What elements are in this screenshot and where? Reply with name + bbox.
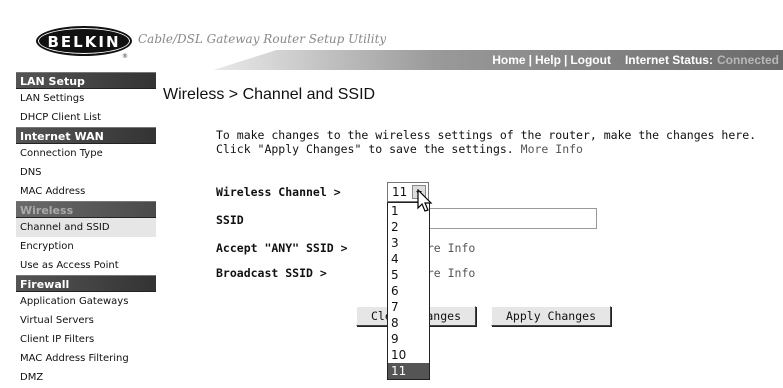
intro-body: To make changes to the wireless settings… [216, 128, 757, 156]
separator: | [528, 53, 532, 67]
channel-option-5[interactable]: 5 [388, 267, 429, 283]
main-content: Wireless > Channel and SSID To make chan… [163, 72, 783, 388]
help-link[interactable]: Help [535, 53, 561, 67]
channel-option-10[interactable]: 10 [388, 347, 429, 363]
sidebar-header-firewall[interactable]: Firewall [16, 275, 156, 292]
sidebar-item-application-gateways[interactable]: Application Gateways [16, 292, 156, 311]
logo-text: BELKIN [47, 33, 121, 51]
ssid-label: SSID [216, 213, 244, 227]
ssid-input[interactable] [427, 208, 597, 229]
sidebar-header-wireless[interactable]: Wireless [16, 201, 156, 218]
channel-option-6[interactable]: 6 [388, 283, 429, 299]
internet-status-value: Connected [716, 53, 779, 67]
header: BELKIN ® Cable/DSL Gateway Router Setup … [0, 0, 783, 72]
sidebar-item-virtual-servers[interactable]: Virtual Servers [16, 311, 156, 330]
channel-option-8[interactable]: 8 [388, 315, 429, 331]
sidebar-item-dhcp-client-list[interactable]: DHCP Client List [16, 108, 156, 127]
accept-any-ssid-label: Accept "ANY" SSID > [216, 241, 348, 255]
top-nav: Home | Help | Logout Internet Status: Co… [492, 51, 779, 69]
wireless-channel-label: Wireless Channel > [216, 185, 341, 199]
apply-changes-button[interactable]: Apply Changes [491, 306, 612, 326]
belkin-logo: BELKIN [36, 26, 132, 56]
sidebar-item-channel-and-ssid[interactable]: Channel and SSID [16, 218, 156, 237]
broadcast-ssid-label: Broadcast SSID > [216, 266, 327, 280]
channel-select-value: 11 [392, 185, 408, 199]
page-title: Wireless > Channel and SSID [163, 86, 376, 103]
channel-option-11[interactable]: 11 [388, 363, 429, 379]
separator: | [563, 53, 568, 67]
sidebar-item-mac-address-filtering[interactable]: MAC Address Filtering [16, 349, 156, 368]
sidebar: LAN Setup LAN Settings DHCP Client List … [16, 72, 156, 388]
intro-text: To make changes to the wireless settings… [216, 128, 776, 156]
sidebar-item-dns[interactable]: DNS [16, 163, 156, 182]
channel-dropdown-list: 1 2 3 4 5 6 7 8 9 10 11 [387, 202, 430, 380]
logo-registered-mark: ® [122, 53, 128, 60]
sidebar-header-internet-wan[interactable]: Internet WAN [16, 127, 156, 144]
header-subtitle: Cable/DSL Gateway Router Setup Utility [138, 32, 387, 46]
sidebar-item-dmz[interactable]: DMZ [16, 368, 156, 387]
channel-option-9[interactable]: 9 [388, 331, 429, 347]
internet-status-label: Internet Status: [624, 53, 713, 67]
sidebar-item-client-ip-filters[interactable]: Client IP Filters [16, 330, 156, 349]
sidebar-header-lan-setup[interactable]: LAN Setup [16, 72, 156, 89]
mouse-pointer-icon [417, 189, 433, 212]
logout-link[interactable]: Logout [570, 53, 611, 67]
channel-option-2[interactable]: 2 [388, 219, 429, 235]
channel-option-4[interactable]: 4 [388, 251, 429, 267]
channel-option-3[interactable]: 3 [388, 235, 429, 251]
sidebar-item-use-as-access-point[interactable]: Use as Access Point [16, 256, 156, 275]
sidebar-item-lan-settings[interactable]: LAN Settings [16, 89, 156, 108]
sidebar-item-connection-type[interactable]: Connection Type [16, 144, 156, 163]
sidebar-item-encryption[interactable]: Encryption [16, 237, 156, 256]
home-link[interactable]: Home [492, 53, 525, 67]
sidebar-item-mac-address[interactable]: MAC Address [16, 182, 156, 201]
more-info-link[interactable]: More Info [521, 142, 583, 156]
channel-option-7[interactable]: 7 [388, 299, 429, 315]
